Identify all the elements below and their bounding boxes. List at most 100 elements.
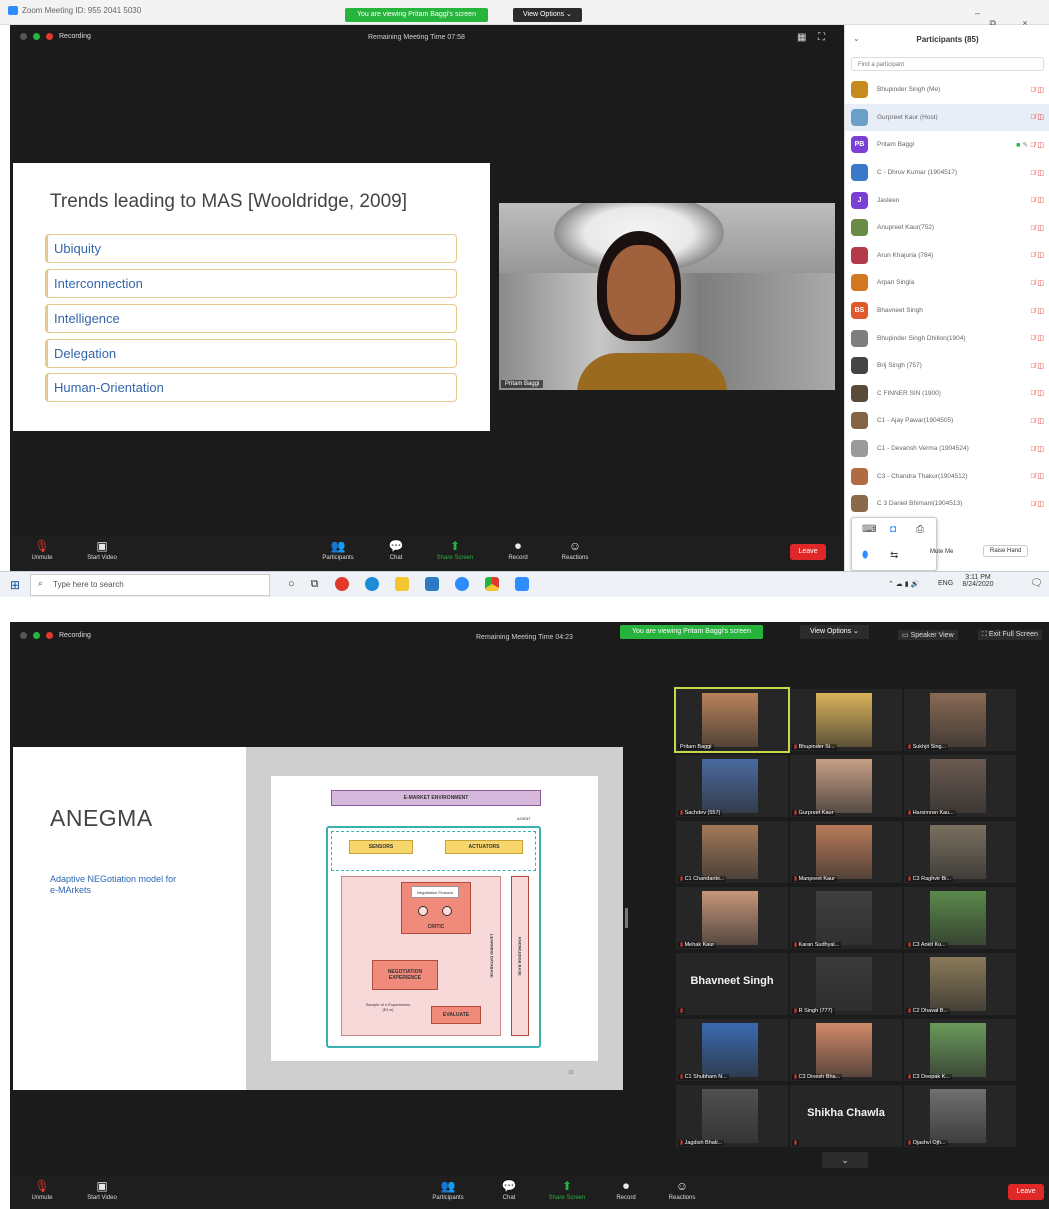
popup-icon-a[interactable]: ⌨ bbox=[862, 524, 876, 535]
task-view-icon[interactable]: ⧉ bbox=[311, 578, 319, 591]
popup-icon-e[interactable]: ⇆ bbox=[890, 550, 898, 561]
participant-row[interactable]: Bhupinder Singh Dhillon(1904) 🎙̸ ◫ bbox=[845, 324, 1049, 352]
participant-row[interactable]: Arun Khajuria (784) 🎙̸ ◫ bbox=[845, 242, 1049, 270]
participants-button-2[interactable]: 👥 Participants bbox=[425, 1180, 471, 1201]
participant-row[interactable]: Brij Singh (757) 🎙̸ ◫ bbox=[845, 352, 1049, 380]
participant-video bbox=[816, 1023, 872, 1077]
start-video-button[interactable]: ▣ Start Video bbox=[82, 540, 122, 561]
raise-hand-button[interactable]: Raise Hand bbox=[983, 545, 1029, 557]
chat-button-2[interactable]: 💬 Chat bbox=[495, 1180, 523, 1201]
knowledge-base-box: KNOWLEDGE BASE bbox=[511, 876, 529, 1036]
view-options-button-2[interactable]: View Options ⌄ bbox=[800, 625, 869, 639]
info-icon[interactable] bbox=[20, 33, 27, 40]
taskbar-search-input[interactable]: Type here to search bbox=[30, 574, 270, 596]
popup-icon-d[interactable]: ⬮ bbox=[862, 550, 868, 561]
video-tile[interactable]: ▮ C1 Chandanbi... bbox=[676, 821, 788, 883]
file-explorer-icon[interactable] bbox=[394, 577, 409, 591]
tile-name-label: ▮ Sukhjit Sing... bbox=[906, 744, 949, 750]
video-tile[interactable]: ▮ Sukhjit Sing... bbox=[904, 689, 1016, 751]
start-video-button-2[interactable]: ▣ Start Video bbox=[82, 1180, 122, 1201]
share-screen-button[interactable]: ⬆ Share Screen bbox=[430, 540, 480, 561]
share-screen-button-2[interactable]: ⬆ Share Screen bbox=[542, 1180, 592, 1201]
video-tile[interactable]: ▮ C3 Dinesh Bha... bbox=[790, 1019, 902, 1081]
mute-me-button[interactable]: Mute Me bbox=[930, 549, 953, 555]
notifications-icon[interactable]: 🗨 bbox=[1030, 578, 1043, 589]
video-tile[interactable]: ▮ Gurpreet Kaur bbox=[790, 755, 902, 817]
participants-button[interactable]: 👥 Participants bbox=[315, 540, 361, 561]
participant-row[interactable]: J Jasleen 🎙̸ ◫ bbox=[845, 186, 1049, 214]
app-icon[interactable] bbox=[454, 577, 469, 591]
participant-name: Bhupinder Singh (Me) bbox=[877, 86, 941, 94]
gallery-view-icon[interactable]: ▦ bbox=[797, 32, 806, 43]
security-shield-icon-2[interactable] bbox=[33, 632, 40, 639]
participant-row[interactable]: C1 - Ajay Pawar(1904505) 🎙̸ ◫ bbox=[845, 407, 1049, 435]
cortana-icon[interactable]: ○ bbox=[288, 578, 295, 590]
fullscreen-icon[interactable]: ⛶ bbox=[818, 32, 825, 43]
mic-video-muted-icon: ■ ✎ 🎙̸ ◫ bbox=[1016, 141, 1044, 149]
unmute-button[interactable]: 🎙 Unmute bbox=[24, 540, 60, 561]
video-tile[interactable]: ▮ C3 Deepak K... bbox=[904, 1019, 1016, 1081]
participant-row[interactable]: Arpan Singla 🎙̸ ◫ bbox=[845, 269, 1049, 297]
info-icon-2[interactable] bbox=[20, 632, 27, 639]
chrome-icon[interactable] bbox=[484, 577, 499, 591]
mail-icon[interactable] bbox=[424, 577, 439, 591]
security-shield-icon[interactable] bbox=[33, 33, 40, 40]
splitter-handle[interactable] bbox=[625, 908, 628, 928]
popup-icon-b[interactable]: ◘ bbox=[890, 524, 896, 535]
participant-row[interactable]: C1 - Devansh Verma (1904524) 🎙̸ ◫ bbox=[845, 435, 1049, 463]
windows-taskbar: ⊞ Type here to search ⌕ ○ ⧉ ⌃ ☁ ▮ 🔊 ENG … bbox=[0, 571, 1049, 597]
video-tile[interactable]: ▮ Sachdev (557) bbox=[676, 755, 788, 817]
record-button[interactable]: ⏺ Record bbox=[502, 540, 534, 561]
video-tile[interactable]: ▮ R Singh (777) bbox=[790, 953, 902, 1015]
participant-row[interactable]: C 3 Daniel Bhimani(1904513) 🎙̸ ◫ bbox=[845, 490, 1049, 518]
participant-row[interactable]: Bhupinder Singh (Me) 🎙̸ ◫ bbox=[845, 76, 1049, 104]
tile-name: Bhupinder Si... bbox=[798, 744, 835, 750]
participant-name: Arun Khajuria (784) bbox=[877, 251, 934, 259]
exit-full-screen-button[interactable]: ⛶ Exit Full Screen bbox=[978, 630, 1042, 640]
edge-icon[interactable] bbox=[364, 577, 379, 591]
video-tile[interactable]: Shikha Chawla ▮ bbox=[790, 1085, 902, 1147]
leave-button[interactable]: Leave bbox=[790, 544, 826, 560]
participant-video bbox=[702, 759, 758, 813]
find-participant-input[interactable]: Find a participant bbox=[851, 57, 1044, 71]
participant-row[interactable]: C FINNER SIN (1900) 🎙̸ ◫ bbox=[845, 380, 1049, 408]
record-button-2[interactable]: ⏺ Record bbox=[610, 1180, 642, 1201]
clock[interactable]: 3:11 PM 8/24/2020 bbox=[958, 574, 998, 588]
participant-row[interactable]: Anupreet Kaur(752) 🎙̸ ◫ bbox=[845, 214, 1049, 242]
video-tile[interactable]: ▮ C3 Raghvir Bi... bbox=[904, 821, 1016, 883]
speaker-view-button[interactable]: ▭ Speaker View bbox=[898, 630, 958, 640]
video-tile[interactable]: ▮ Harsimran Kau... bbox=[904, 755, 1016, 817]
leave-button-2[interactable]: Leave bbox=[1008, 1184, 1044, 1200]
gallery-next-page-icon[interactable]: ⌄ bbox=[822, 1152, 868, 1168]
participant-row[interactable]: C3 - Chandra Thakur(1904512) 🎙̸ ◫ bbox=[845, 462, 1049, 490]
windows-start-icon[interactable]: ⊞ bbox=[10, 578, 20, 592]
system-tray-icons[interactable]: ⌃ ☁ ▮ 🔊 bbox=[888, 580, 919, 588]
language-indicator[interactable]: ENG bbox=[938, 580, 953, 587]
opera-icon[interactable] bbox=[334, 577, 349, 591]
mic-video-muted-icon: 🎙̸ ◫ bbox=[1030, 86, 1044, 94]
unmute-button-2[interactable]: 🎙 Unmute bbox=[24, 1180, 60, 1201]
view-options-button[interactable]: View Options ⌄ bbox=[513, 8, 582, 22]
participant-row[interactable]: Gurpreet Kaur (Host) 🎙̸ ◫ bbox=[845, 103, 1049, 132]
reactions-button[interactable]: ☺ Reactions bbox=[555, 540, 595, 561]
video-tile[interactable]: Pritam Baggi bbox=[674, 687, 790, 753]
video-tile[interactable]: ▮ Karan Sudhyal... bbox=[790, 887, 902, 949]
video-tile[interactable]: ▮ C1 Shubham N... bbox=[676, 1019, 788, 1081]
participant-avatar bbox=[851, 108, 868, 126]
record-label-2: Record bbox=[616, 1195, 636, 1201]
video-tile[interactable]: Bhavneet Singh ▮ bbox=[676, 953, 788, 1015]
reactions-button-2[interactable]: ☺ Reactions bbox=[662, 1180, 702, 1201]
video-tile[interactable]: ▮ Mehak Kaur bbox=[676, 887, 788, 949]
video-tile[interactable]: ▮ Ojashvi Ojh... bbox=[904, 1085, 1016, 1147]
zoom-taskbar-icon[interactable] bbox=[514, 577, 529, 591]
video-tile[interactable]: ▮ Manpreet Kaur bbox=[790, 821, 902, 883]
video-tile[interactable]: ▮ C2 Dhaval B... bbox=[904, 953, 1016, 1015]
video-tile[interactable]: ▮ Bhupinder Si... bbox=[790, 689, 902, 751]
participant-row[interactable]: BS Bhavneet Singh 🎙̸ ◫ bbox=[845, 297, 1049, 325]
chat-button[interactable]: 💬 Chat bbox=[382, 540, 410, 561]
popup-icon-c[interactable]: ⎙ bbox=[916, 524, 924, 535]
video-tile[interactable]: ▮ Jagdish Bhati... bbox=[676, 1085, 788, 1147]
participant-row[interactable]: C - Dhruv Kumar (1904517) 🎙̸ ◫ bbox=[845, 159, 1049, 187]
video-tile[interactable]: ▮ C3 Ankit Ku... bbox=[904, 887, 1016, 949]
participant-row[interactable]: PB Pritam Baggi ■ ✎ 🎙̸ ◫ bbox=[845, 131, 1049, 159]
